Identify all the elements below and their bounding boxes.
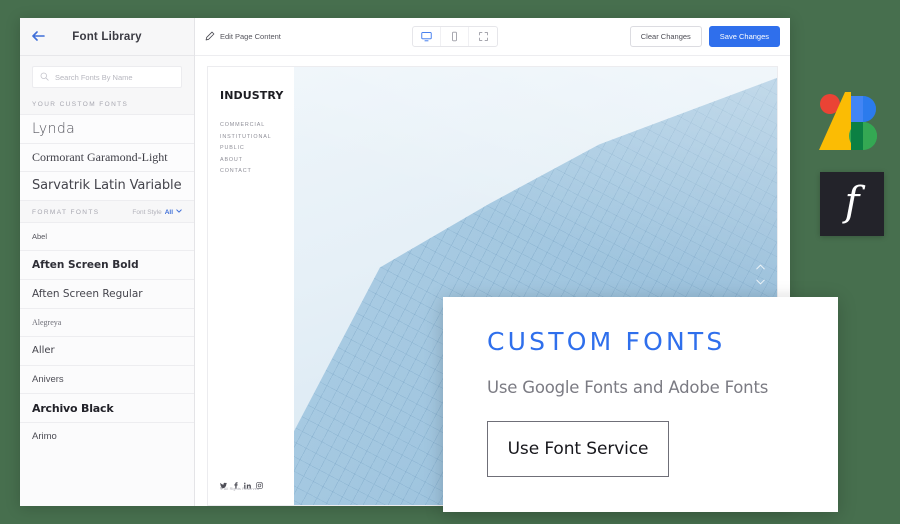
edit-page-content-label: Edit Page Content [220, 32, 281, 41]
list-item[interactable]: Aller [20, 336, 194, 365]
save-changes-button[interactable]: Save Changes [708, 26, 780, 47]
search-input[interactable] [55, 72, 174, 82]
site-footer: © All Rights Reserved [220, 476, 263, 491]
site-menu-item-public[interactable]: PUBLIC [220, 145, 294, 151]
font-name: Aller [32, 345, 55, 357]
font-name: Anivers [32, 374, 64, 386]
site-logo: INDUSTRY [220, 89, 284, 102]
adobe-fonts-logo: f [820, 172, 884, 236]
editor-toolbar: Edit Page Content Clear Changes Save Cha… [195, 18, 790, 56]
google-fonts-logo [814, 90, 884, 152]
copyright-text: © All Rights Reserved [220, 487, 260, 491]
chevron-down-icon [176, 209, 182, 215]
instagram-icon[interactable] [256, 476, 263, 489]
font-name: Alegreya [32, 317, 62, 327]
sidebar-header: Font Library [20, 18, 194, 56]
font-style-label: Font Style [132, 208, 162, 216]
facebook-icon[interactable] [232, 476, 239, 489]
social-links [220, 476, 263, 489]
custom-fonts-card: CUSTOM FONTS Use Google Fonts and Adobe … [443, 297, 838, 512]
format-fonts-list[interactable]: Abel Aften Screen Bold Aften Screen Regu… [20, 221, 194, 506]
mobile-icon[interactable] [441, 27, 470, 46]
list-item[interactable]: Lynda [20, 114, 194, 143]
site-menu: COMMERCIAL INSTITUTIONAL PUBLIC ABOUT CO… [220, 122, 294, 174]
font-name: Abel [32, 232, 48, 242]
format-fonts-section-label: FORMAT FONTS [32, 208, 100, 216]
site-menu-item-contact[interactable]: CONTACT [220, 168, 294, 174]
chevron-up-icon[interactable] [756, 264, 765, 272]
screenshot-stage: Font Library YOUR CUSTOM FONTS Lynda [0, 0, 900, 524]
adobe-fonts-glyph: f [844, 179, 860, 225]
linkedin-icon[interactable] [244, 476, 251, 489]
list-item[interactable]: Sarvatrik Latin Variable [20, 171, 194, 200]
list-item[interactable]: Aften Screen Regular [20, 278, 194, 308]
twitter-icon[interactable] [220, 476, 227, 489]
custom-fonts-list: Lynda Cormorant Garamond-Light Sarvatrik… [20, 114, 194, 200]
list-item[interactable]: Anivers [20, 364, 194, 394]
custom-fonts-section-label: YOUR CUSTOM FONTS [32, 101, 129, 108]
custom-fonts-subtitle: Use Google Fonts and Adobe Fonts [487, 378, 769, 397]
list-item[interactable]: Archivo Black [20, 393, 194, 422]
font-name: Lynda [32, 120, 76, 137]
site-menu-item-institutional[interactable]: INSTITUTIONAL [220, 134, 294, 140]
site-menu-item-commercial[interactable]: COMMERCIAL [220, 122, 294, 128]
search-box[interactable] [32, 66, 182, 88]
font-name: Aften Screen Bold [32, 259, 139, 272]
list-item[interactable]: Aften Screen Bold [20, 250, 194, 279]
list-item[interactable]: Abel [20, 221, 194, 251]
desktop-icon[interactable] [413, 27, 442, 46]
edit-page-content-button[interactable]: Edit Page Content [205, 28, 281, 46]
list-item[interactable]: Arimo [20, 421, 194, 451]
font-library-sidebar: Font Library YOUR CUSTOM FONTS Lynda [20, 18, 195, 506]
font-name: Cormorant Garamond-Light [32, 149, 168, 164]
fullscreen-icon[interactable] [469, 27, 497, 46]
search-icon [40, 68, 49, 86]
font-style-filter[interactable]: Font Style All [132, 209, 182, 216]
list-item[interactable]: Cormorant Garamond-Light [20, 142, 194, 172]
search-area [20, 56, 194, 94]
font-style-value: All [164, 208, 173, 216]
page-title: Font Library [72, 30, 142, 43]
pencil-icon [205, 28, 215, 46]
clear-changes-button[interactable]: Clear Changes [629, 26, 702, 47]
hero-scroll-controls [756, 264, 765, 287]
font-name: Archivo Black [32, 401, 114, 415]
toolbar-actions: Clear Changes Save Changes [629, 26, 780, 47]
viewport-toggle-group [412, 26, 499, 47]
font-name: Sarvatrik Latin Variable [32, 178, 182, 194]
custom-fonts-title: CUSTOM FONTS [487, 327, 726, 356]
chevron-down-icon[interactable] [756, 279, 765, 287]
preview-sidebar-nav: INDUSTRY COMMERCIAL INSTITUTIONAL PUBLIC… [208, 67, 294, 505]
use-font-service-button[interactable]: Use Font Service [487, 421, 669, 477]
back-arrow-icon[interactable] [32, 30, 46, 43]
font-name: Arimo [32, 431, 57, 443]
font-name: Aften Screen Regular [32, 287, 143, 300]
format-fonts-header: FORMAT FONTS Font Style All [20, 199, 194, 222]
list-item[interactable]: Alegreya [20, 307, 194, 337]
site-menu-item-about[interactable]: ABOUT [220, 157, 294, 163]
